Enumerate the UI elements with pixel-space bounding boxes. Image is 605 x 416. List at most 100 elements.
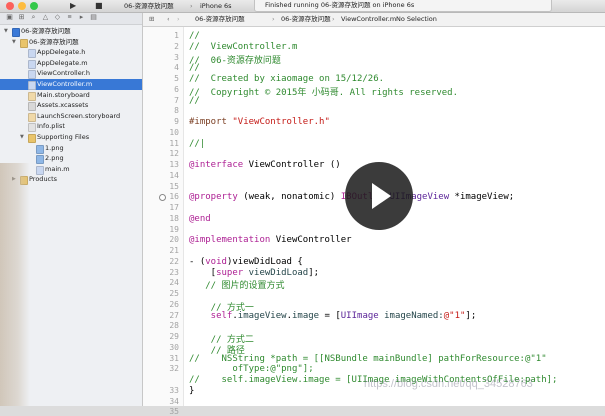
code-token: (weak, nonatomic) bbox=[243, 192, 341, 203]
chevron-right-icon: › bbox=[272, 15, 275, 23]
line-number: 30 bbox=[169, 342, 179, 352]
forward-button[interactable]: › bbox=[177, 13, 180, 26]
line-number: 25 bbox=[169, 289, 179, 298]
code-line: // 图片的设置方式 bbox=[189, 278, 285, 292]
code-line: // ViewController.m bbox=[189, 42, 297, 52]
navigator-item[interactable]: ViewController.m bbox=[0, 79, 142, 90]
navigator-item-label: Products bbox=[29, 175, 58, 184]
scheme-selector[interactable]: 06-资源存放问题 bbox=[124, 0, 174, 12]
navigator-item[interactable]: LaunchScreen.storyboard bbox=[0, 111, 142, 122]
jump-crumb-file[interactable]: ViewController.m bbox=[341, 13, 396, 26]
navigator-item-label: ViewController.h bbox=[37, 69, 90, 78]
line-number: 33 bbox=[169, 385, 179, 395]
code-token: #import bbox=[189, 117, 233, 127]
line-number: 10 bbox=[169, 127, 179, 137]
code-token: )viewDidLoad { bbox=[226, 256, 303, 267]
navigator-item[interactable]: Info.plist bbox=[0, 121, 142, 133]
line-number: 2 bbox=[174, 41, 179, 51]
navigator-item[interactable]: ViewController.h bbox=[0, 68, 142, 80]
line-number: 16 bbox=[169, 192, 179, 202]
code-line: // bbox=[189, 63, 200, 73]
code-token: // 06-资源存放问题 bbox=[189, 55, 281, 66]
navigator-item-label: Supporting Files bbox=[37, 133, 90, 141]
code-token: @property bbox=[189, 192, 244, 203]
test-icon[interactable]: ◇ bbox=[54, 14, 61, 22]
navigator-item-label: LaunchScreen.storyboard bbox=[37, 111, 121, 120]
navigator-item[interactable]: Main.storyboard bbox=[0, 90, 142, 101]
line-number: 9 bbox=[174, 117, 179, 126]
report-icon[interactable]: ▤ bbox=[90, 14, 97, 22]
code-token: // NSString *path = [[NSBundle mainBundl… bbox=[189, 353, 547, 364]
symbol-icon[interactable]: ⊞ bbox=[18, 14, 25, 22]
code-token: // 图片的设置方式 bbox=[189, 281, 285, 292]
disclosure-open-icon[interactable]: ▼ bbox=[4, 26, 8, 37]
line-number: 18 bbox=[169, 213, 179, 223]
code-token: imageView bbox=[237, 310, 287, 321]
line-number: 1 bbox=[174, 31, 179, 40]
navigator-item-label: Assets.xcassets bbox=[37, 101, 89, 110]
search-icon[interactable]: ⌕ bbox=[30, 14, 37, 22]
navigator-selector-bar: ▣ ⊞ ⌕ △ ◇ ≡ ▸ ▤ bbox=[0, 13, 142, 25]
navigator-item[interactable]: 1.png bbox=[0, 143, 142, 154]
code-token: //| bbox=[189, 138, 206, 149]
navigator-item-label: ViewController.m bbox=[37, 80, 93, 88]
line-number: 28 bbox=[169, 321, 179, 331]
navigator-item-label: 06-资源存放问题 bbox=[21, 27, 71, 35]
disclosure-open-icon[interactable]: ▼ bbox=[12, 37, 16, 48]
code-line: - (void)viewDidLoad { bbox=[189, 257, 303, 267]
line-number: 8 bbox=[174, 106, 179, 116]
navigator-item-label: Info.plist bbox=[37, 122, 65, 131]
minimize-window-button[interactable] bbox=[18, 2, 26, 10]
webcam-blur bbox=[0, 163, 30, 406]
folder-icon[interactable]: ▣ bbox=[6, 14, 13, 22]
close-window-button[interactable] bbox=[6, 2, 14, 10]
jump-bar: ⊞ ‹ › 06-资源存放问题 › 06-资源存放问题 › ViewContro… bbox=[143, 13, 605, 27]
code-line: @end bbox=[189, 214, 211, 224]
chevron-right-icon: › bbox=[332, 15, 335, 23]
code-token: ViewController () bbox=[248, 160, 341, 170]
line-number: 13 bbox=[169, 160, 179, 169]
run-button[interactable]: ▶ bbox=[70, 0, 76, 12]
navigator-item-label: AppDelegate.h bbox=[37, 48, 86, 57]
navigator-item[interactable]: ▼ Supporting Files bbox=[0, 132, 142, 143]
jump-crumb-project[interactable]: 06-资源存放问题 bbox=[195, 13, 245, 26]
line-number: 6 bbox=[174, 84, 179, 94]
code-line: // NSString *path = [[NSBundle mainBundl… bbox=[189, 354, 547, 364]
navigator-item[interactable]: ▼ 06-资源存放问题 bbox=[0, 26, 142, 37]
code-token: ]; bbox=[308, 267, 320, 278]
chevron-right-icon: › bbox=[190, 2, 193, 10]
back-button[interactable]: ‹ bbox=[167, 13, 170, 26]
line-number: 22 bbox=[169, 256, 179, 266]
zoom-window-button[interactable] bbox=[30, 2, 38, 10]
code-token: void bbox=[205, 256, 227, 267]
code-token: // Copyright © 2015年 小码哥. All rights res… bbox=[189, 87, 458, 98]
code-line: self.imageView.image = [UIImage imageNam… bbox=[189, 310, 477, 321]
code-token: ViewController bbox=[275, 235, 352, 246]
disclosure-open-icon[interactable]: ▼ bbox=[20, 132, 24, 143]
navigator-item[interactable]: Assets.xcassets bbox=[0, 100, 142, 112]
jump-crumb-group[interactable]: 06-资源存放问题 bbox=[281, 13, 331, 26]
warning-icon[interactable]: △ bbox=[42, 14, 49, 22]
chevron-right-icon: › bbox=[392, 15, 395, 23]
code-token: imageNamed: bbox=[384, 310, 444, 321]
related-items-icon[interactable]: ⊞ bbox=[149, 13, 154, 26]
device-selector[interactable]: iPhone 6s bbox=[200, 0, 232, 12]
line-number: 32 bbox=[169, 364, 179, 374]
code-token: - ( bbox=[189, 256, 206, 267]
navigator-item[interactable]: AppDelegate.h bbox=[0, 47, 142, 59]
navigator-item-label: 2.png bbox=[45, 154, 64, 163]
code-token: = [ bbox=[319, 310, 341, 321]
outlet-connection-icon[interactable] bbox=[159, 194, 166, 202]
navigator-item[interactable]: ▼ 06-资源存放问题 bbox=[0, 37, 142, 48]
navigator-item[interactable]: AppDelegate.m bbox=[0, 58, 142, 69]
debug-icon[interactable]: ≡ bbox=[66, 14, 73, 22]
breakpoint-icon[interactable]: ▸ bbox=[78, 14, 85, 22]
code-token: "ViewController.h" bbox=[232, 117, 330, 127]
line-number-gutter[interactable]: 1 2 3 4 5 6 7 8 9 10 11 12 13 14 15 16 17 18 19 20 21 22 23 24 2… bbox=[143, 27, 184, 416]
code-token: self bbox=[189, 310, 233, 321]
jump-crumb-symbol[interactable]: No Selection bbox=[396, 13, 437, 26]
stop-button[interactable]: ■ bbox=[95, 0, 103, 12]
video-play-button[interactable] bbox=[345, 162, 413, 230]
code-token: } bbox=[189, 385, 195, 396]
navigator-item-label: AppDelegate.m bbox=[37, 58, 88, 67]
